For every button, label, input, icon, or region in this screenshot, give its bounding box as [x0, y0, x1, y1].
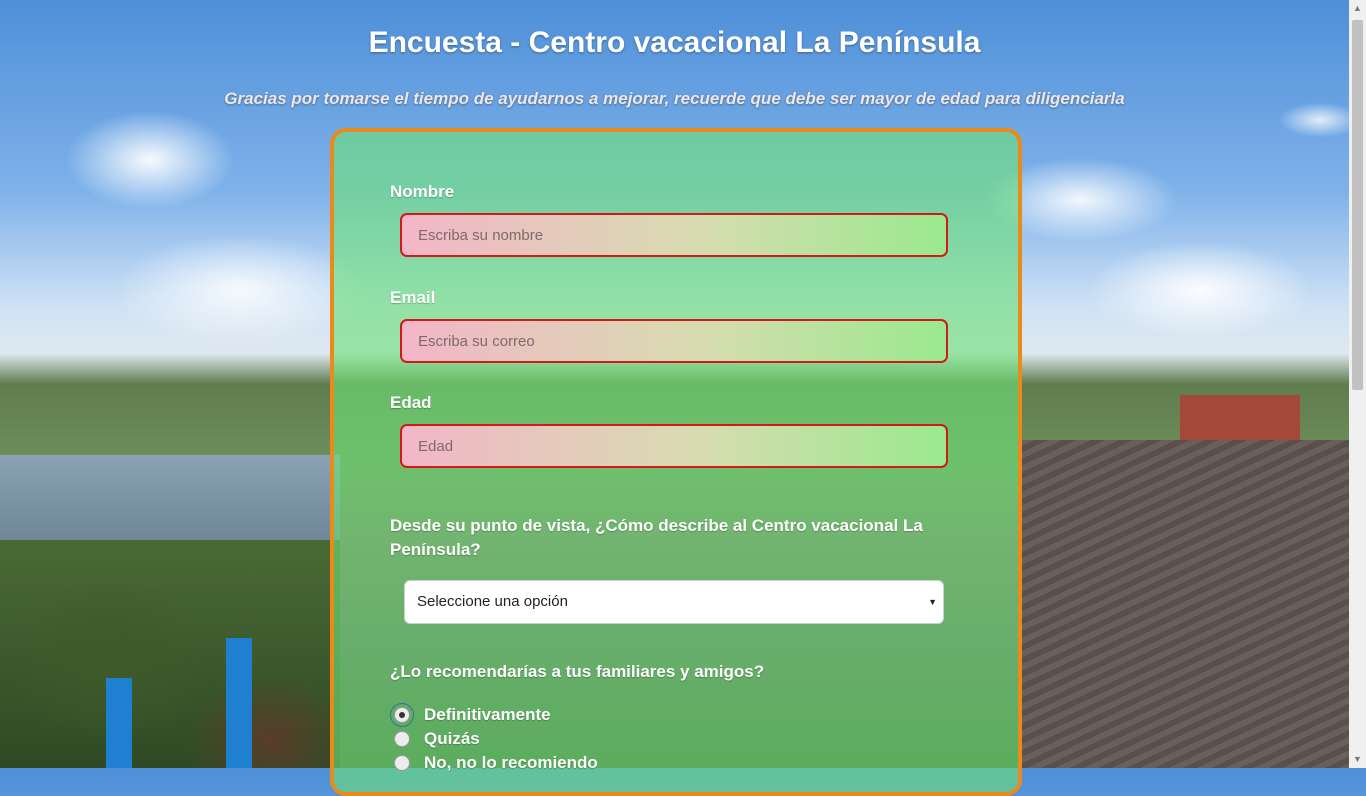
background-house	[1180, 395, 1300, 440]
description-question: Desde su punto de vista, ¿Cómo describe …	[390, 516, 923, 559]
scroll-thumb[interactable]	[1352, 20, 1363, 390]
scroll-down-arrow-icon[interactable]: ▼	[1349, 751, 1366, 768]
description-select[interactable]: Seleccione una opción ▼	[404, 580, 944, 624]
background-roofs	[1020, 440, 1366, 768]
description-select-value: Seleccione una opción	[417, 593, 568, 610]
page-scrollbar[interactable]: ▲ ▼	[1349, 0, 1366, 768]
background-post	[106, 678, 132, 768]
page-title: Encuesta - Centro vacacional La Penínsul…	[368, 26, 981, 59]
name-label: Nombre	[390, 182, 455, 201]
radio-button[interactable]	[394, 731, 410, 747]
page-subtitle: Gracias por tomarse el tiempo de ayudarn…	[224, 89, 1125, 108]
recommend-option-label: Quizás	[424, 729, 480, 748]
recommend-option[interactable]: No, no lo recomiendo	[394, 752, 598, 774]
chevron-down-icon: ▼	[928, 597, 937, 607]
recommend-option[interactable]: Definitivamente	[390, 703, 551, 727]
radio-button-checked[interactable]	[390, 703, 414, 727]
background-foliage	[0, 540, 340, 768]
survey-form: Nombre Email Edad Desde su punto de vist…	[330, 128, 1022, 796]
recommend-question: ¿Lo recomendarías a tus familiares y ami…	[390, 662, 765, 681]
recommend-option-label: No, no lo recomiendo	[424, 753, 598, 772]
age-label: Edad	[390, 393, 432, 412]
recommend-option[interactable]: Quizás	[394, 728, 480, 750]
email-input[interactable]	[400, 319, 948, 363]
email-label: Email	[390, 288, 436, 307]
name-input[interactable]	[400, 213, 948, 257]
scroll-up-arrow-icon[interactable]: ▲	[1349, 0, 1366, 17]
recommend-option-label: Definitivamente	[424, 705, 551, 724]
background-post	[226, 638, 252, 768]
radio-button[interactable]	[394, 755, 410, 771]
age-input[interactable]	[400, 424, 948, 468]
